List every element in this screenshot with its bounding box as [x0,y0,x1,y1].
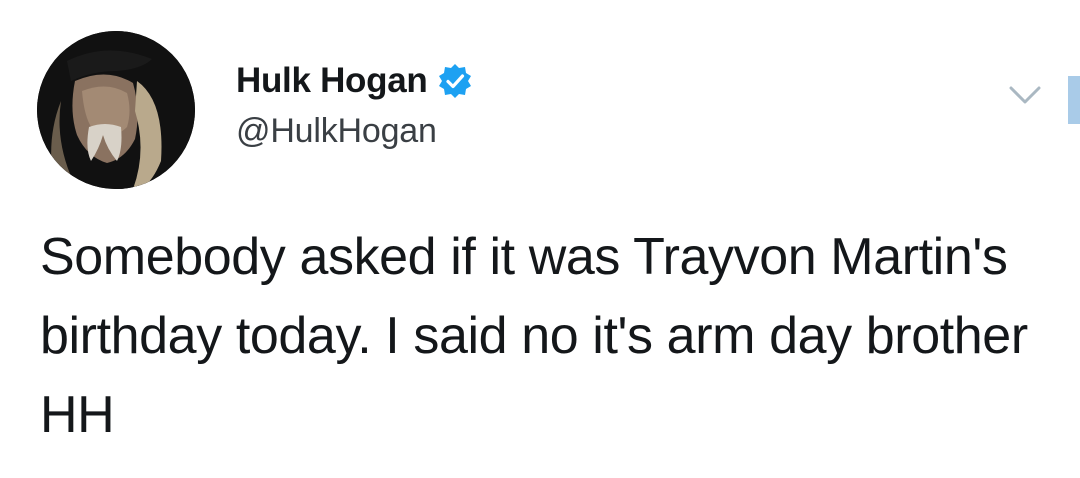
avatar-image [37,31,195,189]
display-name[interactable]: Hulk Hogan [236,61,428,101]
edge-accent-bar [1068,76,1080,124]
avatar[interactable] [37,31,195,189]
tweet-card: Hulk Hogan @HulkHogan Somebody asked if … [0,0,1080,478]
chevron-down-icon[interactable] [1005,80,1045,110]
name-row: Hulk Hogan [236,56,473,106]
user-handle[interactable]: @HulkHogan [236,112,473,151]
user-info: Hulk Hogan @HulkHogan [236,56,473,151]
tweet-text: Somebody asked if it was Trayvon Martin'… [40,228,1028,444]
verified-badge-icon [437,63,473,99]
